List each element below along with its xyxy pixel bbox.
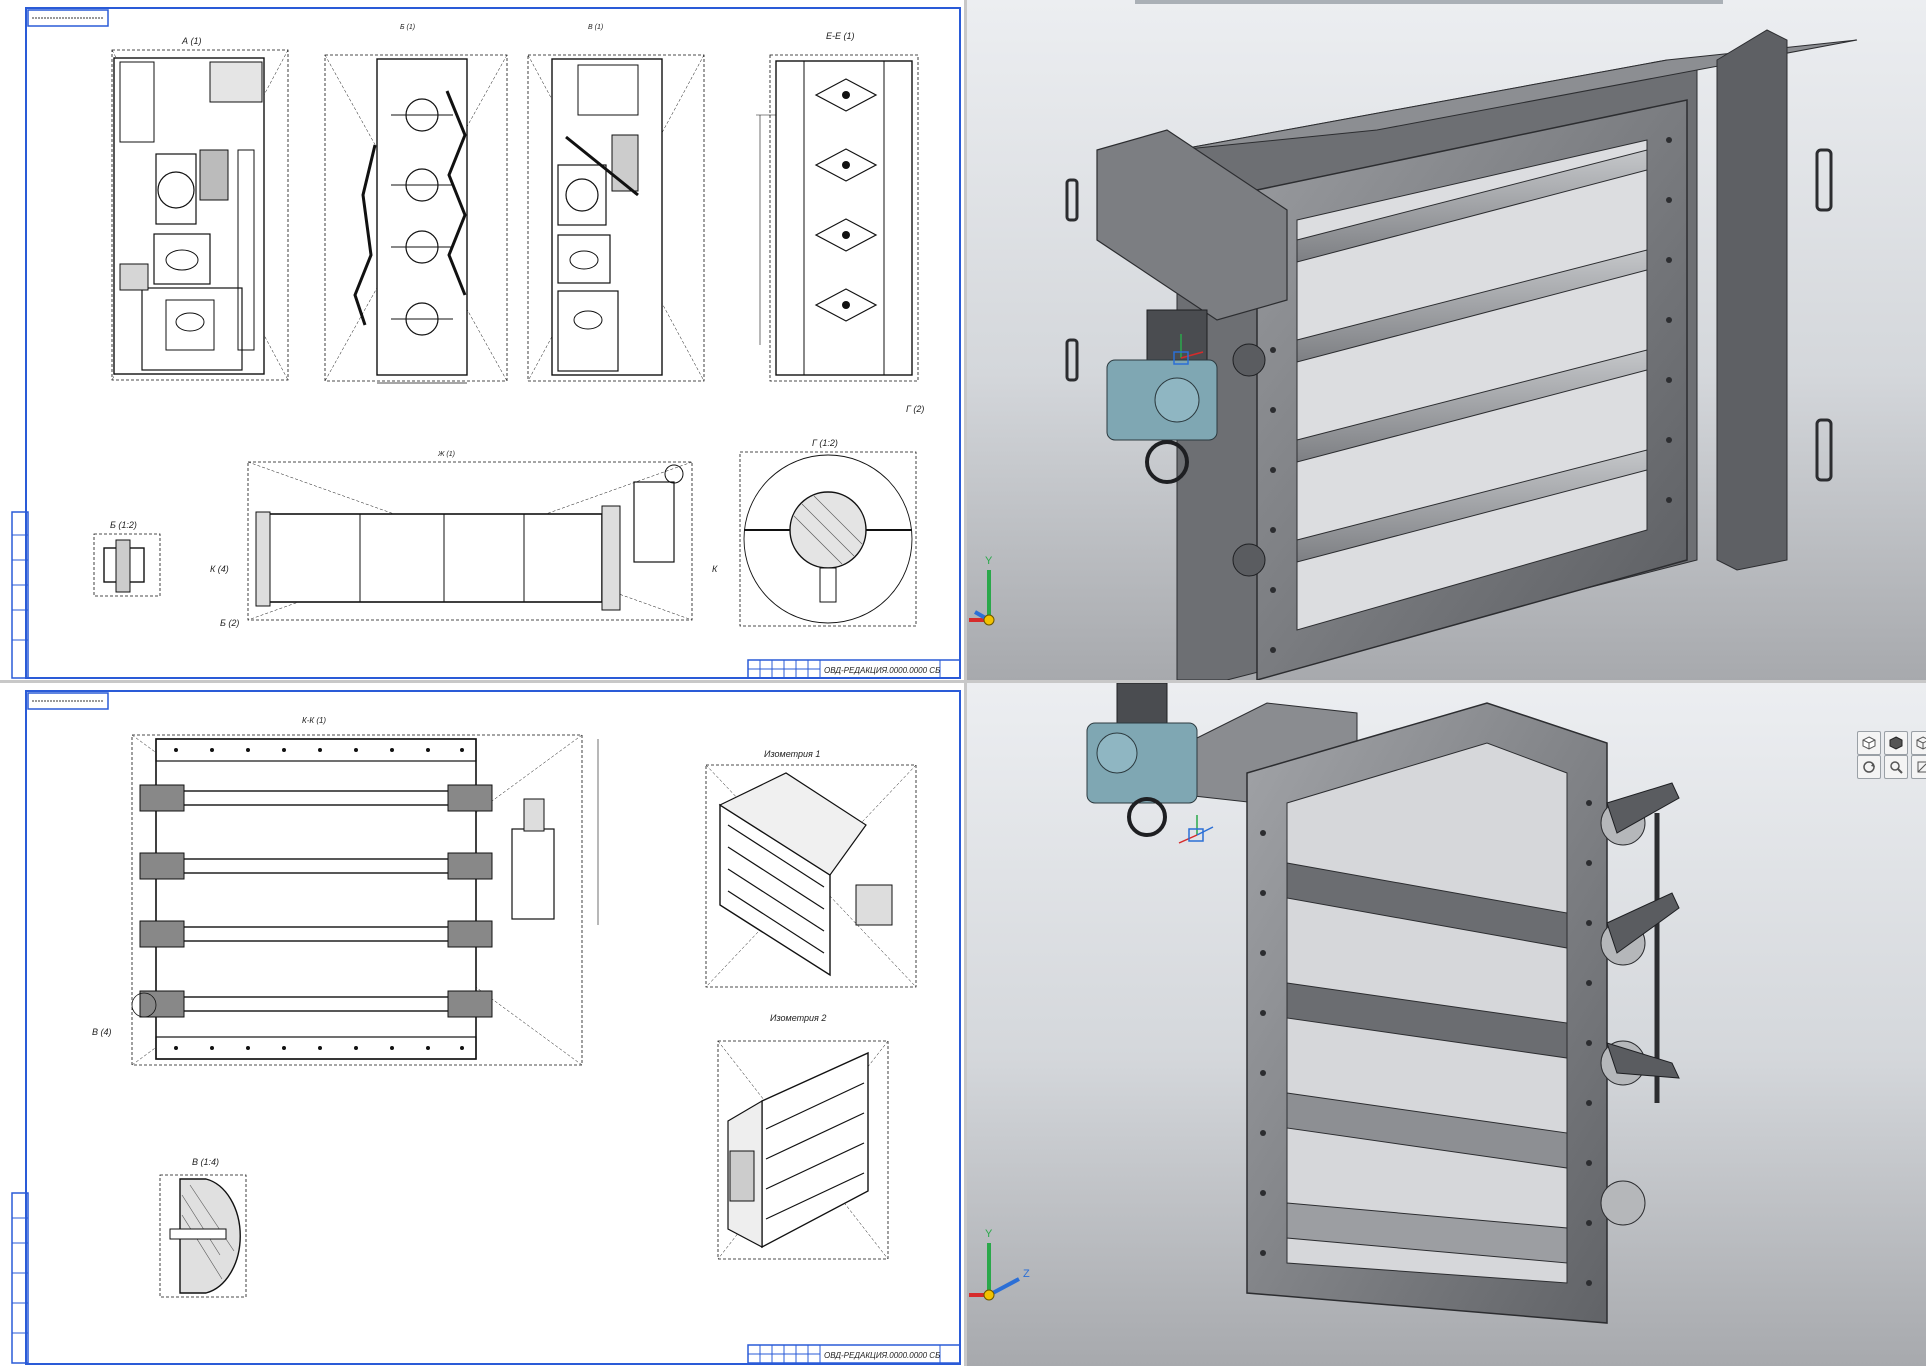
electric-actuator (1086, 683, 1198, 837)
3d-model-damper-rear: Y Z (969, 683, 1680, 1324)
view-section-kk: К-К (1) (131, 716, 599, 1066)
title-block-designation: ОВД-РЕДАКЦИЯ.0000.0000 СБ (824, 1351, 940, 1360)
sheet-1-canvas: ОВД-РЕДАКЦИЯ.0000.0000 СБ А (1) Б (1) В … (11, 7, 961, 679)
view-a-label: А (1) (181, 36, 202, 46)
view-toolbar-row-1 (1857, 731, 1926, 755)
sheet-2-canvas: ОВД-РЕДАКЦИЯ.0000.0000 СБ К-К (1) В (4) … (11, 690, 961, 1365)
view-detail-b-label: Б (1:2) (110, 520, 137, 530)
view-detail-g: Г (1:2) (739, 438, 917, 627)
view-section-ee: Е-Е (1) (756, 31, 919, 382)
3d-viewport-top[interactable]: Y (967, 0, 1926, 680)
axis-triad-bottom: Y Z (969, 1228, 1030, 1301)
view-b-label: Б (1) (400, 24, 415, 31)
title-block-designation: ОВД-РЕДАКЦИЯ.0000.0000 СБ (824, 666, 940, 675)
viewport-tab-strip[interactable] (1135, 0, 1723, 4)
view-cube-icon[interactable] (1857, 731, 1881, 755)
axis-label-y: Y (985, 1228, 993, 1240)
view-section-kk-label: К-К (1) (302, 716, 326, 725)
drawing-sheet-1[interactable]: ОВД-РЕДАКЦИЯ.0000.0000 СБ А (1) Б (1) В … (0, 0, 964, 680)
view-isometric-2: Изометрия 2 (717, 1013, 889, 1260)
wireframe-icon[interactable] (1911, 731, 1926, 755)
view-section-ee-label: Е-Е (1) (826, 31, 855, 41)
view-detail-g-label: Г (1:2) (812, 438, 838, 448)
title-block: ОВД-РЕДАКЦИЯ.0000.0000 СБ (747, 659, 961, 679)
view-v-label: В (1) (588, 24, 603, 31)
blade-linkage (1600, 782, 1680, 1226)
orbit-icon[interactable] (1857, 755, 1881, 779)
callout-k: К (712, 564, 718, 574)
3d-viewport-bottom[interactable]: Y Z (967, 683, 1926, 1366)
3d-model-damper-front: Y (969, 29, 1858, 680)
shaded-icon[interactable] (1884, 731, 1908, 755)
callout-g2: Г (2) (906, 404, 924, 414)
view-long: Ж (1) (247, 451, 693, 621)
view-b: Б (1) (324, 24, 508, 384)
view-isometric-2-label: Изометрия 2 (770, 1013, 826, 1023)
view-isometric-1: Изометрия 1 (705, 749, 917, 988)
origin-triad (1178, 815, 1214, 844)
pane-divider-vertical[interactable] (964, 0, 967, 1366)
axis-label-y: Y (985, 555, 993, 567)
view-a: А (1) (111, 36, 289, 381)
pane-divider-horizontal[interactable] (0, 680, 1926, 683)
zoom-icon[interactable] (1884, 755, 1908, 779)
callout-b2: Б (2) (220, 618, 239, 628)
axis-label-z: Z (1023, 1268, 1030, 1280)
callout-v4: В (4) (92, 1027, 112, 1037)
callout-k4: К (4) (210, 564, 229, 574)
view-detail-v-label: В (1:4) (192, 1157, 219, 1167)
view-toolbar-row-2 (1857, 755, 1926, 779)
axis-triad-top: Y (969, 555, 995, 626)
view-v: В (1) (527, 24, 705, 382)
view-isometric-1-label: Изометрия 1 (764, 749, 820, 759)
view-detail-v: В (1:4) (159, 1157, 247, 1298)
drawing-sheet-2[interactable]: ОВД-РЕДАКЦИЯ.0000.0000 СБ К-К (1) В (4) … (0, 683, 964, 1366)
view-long-label: Ж (1) (437, 451, 455, 458)
title-block: ОВД-РЕДАКЦИЯ.0000.0000 СБ (747, 1344, 961, 1364)
section-icon[interactable] (1911, 755, 1926, 779)
view-detail-b: Б (1:2) (93, 520, 161, 597)
